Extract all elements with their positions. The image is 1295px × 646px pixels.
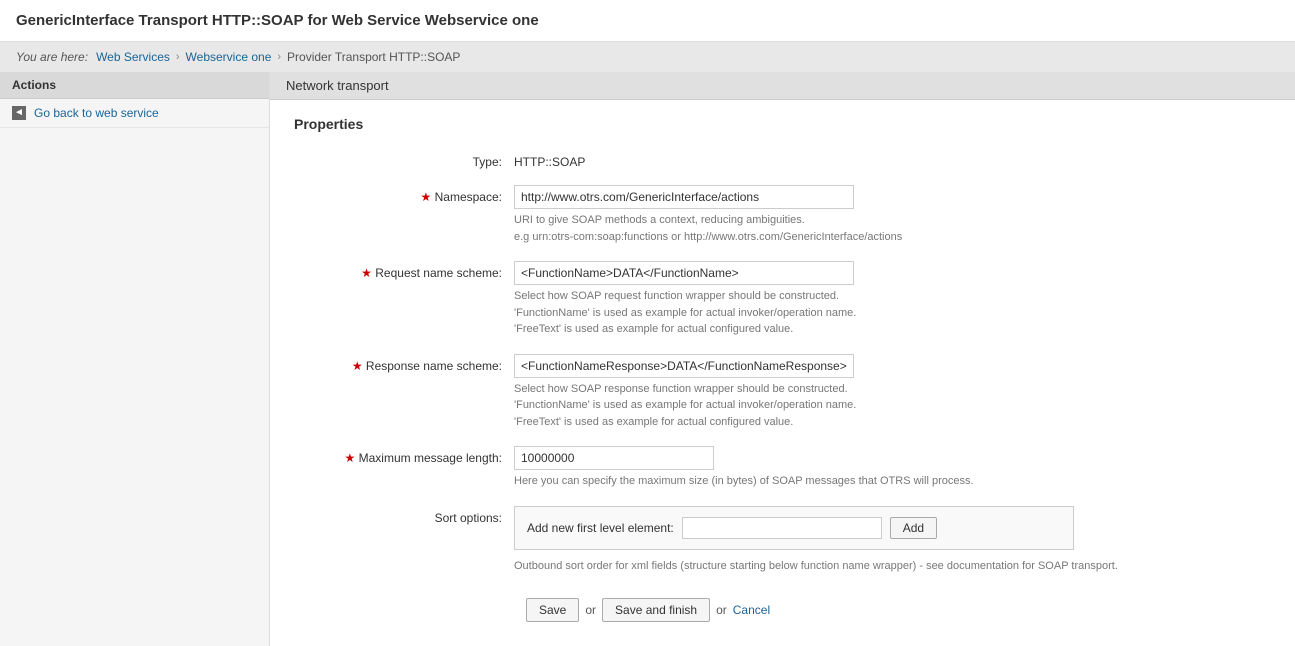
max-msg-hint: Here you can specify the maximum size (i… [514, 473, 1271, 490]
type-field: HTTP::SOAP [514, 150, 1271, 169]
breadcrumb-web-services[interactable]: Web Services [96, 50, 170, 64]
properties-title: Properties [294, 116, 1271, 132]
request-scheme-input[interactable] [514, 261, 854, 285]
sort-options-field: Add new first level element: Add Outboun… [514, 506, 1271, 575]
sort-add-element-label: Add new first level element: [527, 521, 674, 535]
namespace-input[interactable] [514, 185, 854, 209]
type-label: Type: [294, 150, 514, 169]
namespace-label: ★ Namespace: [294, 185, 514, 204]
sort-add-element-input[interactable] [682, 517, 882, 539]
type-row: Type: HTTP::SOAP [294, 150, 1271, 169]
sort-options-box: Add new first level element: Add [514, 506, 1074, 550]
response-scheme-input[interactable] [514, 354, 854, 378]
content-inner: Properties Type: HTTP::SOAP ★ Namespace:… [270, 100, 1295, 646]
breadcrumb-sep-1: › [176, 51, 180, 63]
sidebar-section-title: Actions [0, 72, 269, 99]
request-required-star: ★ [361, 266, 372, 280]
save-button[interactable]: Save [526, 598, 579, 622]
request-scheme-hint: Select how SOAP request function wrapper… [514, 288, 1271, 338]
namespace-row: ★ Namespace: URI to give SOAP methods a … [294, 185, 1271, 245]
namespace-required-star: ★ [421, 190, 432, 204]
max-msg-required-star: ★ [345, 451, 356, 465]
sidebar: Actions ◄ Go back to web service [0, 72, 270, 646]
breadcrumb-current: Provider Transport HTTP::SOAP [287, 50, 460, 64]
namespace-field: URI to give SOAP methods a context, redu… [514, 185, 1271, 245]
response-scheme-field: Select how SOAP response function wrappe… [514, 354, 1271, 431]
breadcrumb-you-are-here: You are here: [16, 50, 88, 64]
max-msg-row: ★ Maximum message length: Here you can s… [294, 446, 1271, 490]
namespace-hint: URI to give SOAP methods a context, redu… [514, 212, 1271, 245]
request-scheme-row: ★ Request name scheme: Select how SOAP r… [294, 261, 1271, 338]
max-msg-field: Here you can specify the maximum size (i… [514, 446, 1271, 490]
action-row: Save or Save and finish or Cancel [294, 598, 1271, 622]
request-scheme-label: ★ Request name scheme: [294, 261, 514, 280]
breadcrumb: You are here: Web Services › Webservice … [0, 42, 1295, 72]
sort-hint: Outbound sort order for xml fields (stru… [514, 558, 1271, 575]
response-scheme-hint: Select how SOAP response function wrappe… [514, 381, 1271, 431]
sort-options-label: Sort options: [294, 506, 514, 525]
page-title: GenericInterface Transport HTTP::SOAP fo… [0, 0, 1295, 42]
response-scheme-label: ★ Response name scheme: [294, 354, 514, 373]
or-1: or [585, 603, 596, 617]
request-scheme-field: Select how SOAP request function wrapper… [514, 261, 1271, 338]
network-transport-title: Network transport [270, 72, 1295, 100]
breadcrumb-sep-2: › [277, 51, 281, 63]
or-2: or [716, 603, 727, 617]
max-msg-input[interactable] [514, 446, 714, 470]
cancel-link[interactable]: Cancel [733, 603, 770, 617]
response-scheme-row: ★ Response name scheme: Select how SOAP … [294, 354, 1271, 431]
main-layout: Actions ◄ Go back to web service Network… [0, 72, 1295, 646]
back-arrow-icon: ◄ [12, 106, 26, 120]
go-back-to-web-service-link[interactable]: ◄ Go back to web service [0, 99, 269, 128]
max-msg-label: ★ Maximum message length: [294, 446, 514, 465]
go-back-label: Go back to web service [34, 106, 159, 120]
response-required-star: ★ [352, 359, 363, 373]
sort-options-row: Sort options: Add new first level elemen… [294, 506, 1271, 575]
sort-add-button[interactable]: Add [890, 517, 937, 539]
breadcrumb-webservice-one[interactable]: Webservice one [186, 50, 272, 64]
save-and-finish-button[interactable]: Save and finish [602, 598, 710, 622]
type-value: HTTP::SOAP [514, 150, 1271, 169]
content-area: Network transport Properties Type: HTTP:… [270, 72, 1295, 646]
sort-options-add-row: Add new first level element: Add [527, 517, 1061, 539]
